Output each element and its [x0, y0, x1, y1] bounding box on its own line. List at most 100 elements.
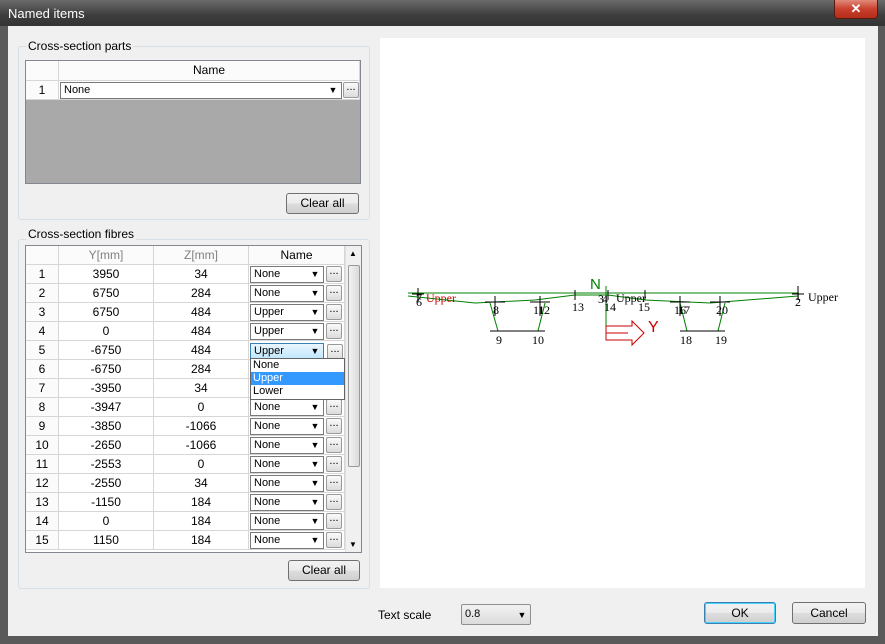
chevron-down-icon: ▼ [310, 440, 320, 450]
fibre-browse-button[interactable]: ... [326, 266, 342, 282]
point-label-12: 12 [538, 303, 550, 317]
upper-label-left: Upper [426, 291, 456, 305]
fibre-z-cell: 0 [154, 398, 249, 417]
fibre-browse-button[interactable]: ... [326, 456, 342, 472]
fibre-z-cell: 34 [154, 265, 249, 284]
fibre-name-combo[interactable]: None ▼ [250, 532, 324, 549]
parts-clear-all-button[interactable]: Clear all [286, 193, 359, 214]
fibre-name-combo[interactable]: None ▼ [250, 285, 324, 302]
fibre-name-combo[interactable]: Upper ▼ [250, 304, 324, 321]
fibre-browse-button[interactable]: ... [326, 304, 342, 320]
fibre-browse-button[interactable]: ... [326, 532, 342, 548]
fibre-row-number: 15 [26, 531, 59, 550]
chevron-down-icon: ▼ [310, 346, 320, 356]
fibre-z-cell: 184 [154, 512, 249, 531]
fibre-y-cell: -6750 [59, 341, 154, 360]
scroll-down-icon[interactable]: ▼ [349, 540, 357, 549]
title-bar[interactable]: Named items ✕ [0, 0, 885, 26]
text-scale-value: 0.8 [465, 608, 481, 620]
dropdown-option[interactable]: Upper [251, 372, 344, 385]
section-drawing: N Y 7 6 Upper 8 11 12 13 4 3 14 Upper 15… [407, 276, 838, 347]
chevron-down-icon: ▼ [310, 535, 320, 545]
point-label-18: 18 [680, 333, 692, 347]
fibres-scrollbar[interactable]: ▲ ▼ [345, 246, 361, 552]
parts-row-number: 1 [26, 81, 59, 100]
fibre-name-dropdown[interactable]: None Upper Lower [250, 358, 345, 400]
fibre-y-cell: 0 [59, 512, 154, 531]
fibre-name-value: None [254, 534, 281, 546]
fibre-name-combo[interactable]: None ▼ [250, 494, 324, 511]
fibres-clear-all-button[interactable]: Clear all [288, 560, 360, 581]
chevron-down-icon: ▼ [310, 421, 320, 431]
fibre-row-number: 11 [26, 455, 59, 474]
parts-browse-button[interactable]: ... [343, 82, 359, 98]
fibres-name-header[interactable]: Name [249, 246, 345, 265]
fibre-row-number: 8 [26, 398, 59, 417]
chevron-down-icon: ▼ [310, 459, 320, 469]
fibre-row-number: 12 [26, 474, 59, 493]
chevron-down-icon: ▼ [310, 326, 320, 336]
fibre-y-cell: -2553 [59, 455, 154, 474]
close-button[interactable]: ✕ [834, 0, 878, 19]
parts-name-value: None [64, 84, 91, 96]
close-icon: ✕ [850, 1, 862, 16]
fibre-browse-button[interactable]: ... [326, 475, 342, 491]
parts-group-title: Cross-section parts [26, 39, 134, 53]
fibre-name-combo[interactable]: None ▼ [250, 475, 324, 492]
fibre-name-value: None [254, 287, 281, 299]
fibre-browse-button[interactable]: ... [326, 513, 342, 529]
fibre-y-cell: 6750 [59, 284, 154, 303]
fibre-y-cell: -3947 [59, 398, 154, 417]
fibre-row-number: 5 [26, 341, 59, 360]
fibre-name-value: None [254, 477, 281, 489]
fibre-browse-button[interactable]: ... [326, 399, 342, 415]
dropdown-option[interactable]: Lower [251, 385, 344, 398]
point-label-14: 14 [604, 300, 616, 314]
scroll-up-icon[interactable]: ▲ [349, 249, 357, 258]
parts-name-combo[interactable]: None ▼ [60, 82, 342, 99]
fibre-browse-button[interactable]: ... [326, 418, 342, 434]
fibre-browse-button[interactable]: ... [326, 437, 342, 453]
fibre-y-cell: 0 [59, 322, 154, 341]
fibre-name-combo[interactable]: None ▼ [250, 437, 324, 454]
parts-corner-header [26, 61, 59, 81]
cancel-button[interactable]: Cancel [792, 602, 866, 624]
fibre-y-cell: -3950 [59, 379, 154, 398]
point-label-17: 17 [678, 303, 690, 317]
scrollbar-thumb[interactable] [348, 265, 360, 467]
upper-label-right: Upper [808, 290, 838, 304]
y-axis-label: Y [648, 319, 659, 336]
fibre-name-combo[interactable]: None ▼ [250, 456, 324, 473]
dropdown-option[interactable]: None [251, 359, 344, 372]
fibre-name-combo[interactable]: None ▼ [250, 266, 324, 283]
fibre-y-cell: -3850 [59, 417, 154, 436]
text-scale-combo[interactable]: 0.8 ▼ [461, 604, 531, 625]
fibre-browse-button[interactable]: ... [326, 285, 342, 301]
chevron-down-icon: ▼ [310, 478, 320, 488]
dialog-client: Cross-section parts Name 1 None ▼ ... Cl… [8, 26, 878, 636]
fibre-name-combo[interactable]: None ▼ [250, 513, 324, 530]
parts-name-header[interactable]: Name [59, 61, 360, 81]
fibre-row-number: 9 [26, 417, 59, 436]
fibre-name-combo[interactable]: None ▼ [250, 418, 324, 435]
fibre-y-cell: -6750 [59, 360, 154, 379]
text-scale-label: Text scale [378, 608, 432, 622]
point-label-6: 6 [416, 295, 422, 309]
ok-button[interactable]: OK [704, 602, 776, 624]
chevron-down-icon: ▼ [328, 85, 338, 95]
point-label-19: 19 [715, 333, 727, 347]
chevron-down-icon: ▼ [310, 516, 320, 526]
fibres-grid: Y[mm] Z[mm] Name 1 3950 34 None ▼... 2 6750 284… [25, 245, 362, 553]
fibre-name-value: None [254, 420, 281, 432]
fibre-name-combo[interactable]: Upper ▼ [250, 323, 324, 340]
fibre-name-combo[interactable]: None ▼ [250, 399, 324, 416]
fibres-z-header[interactable]: Z[mm] [154, 246, 249, 265]
fibre-browse-button[interactable]: ... [326, 494, 342, 510]
fibres-y-header[interactable]: Y[mm] [59, 246, 154, 265]
fibre-row-number: 6 [26, 360, 59, 379]
fibre-browse-button[interactable]: ... [326, 323, 342, 339]
fibre-row-number: 13 [26, 493, 59, 512]
fibre-z-cell: 484 [154, 303, 249, 322]
fibre-name-value: Upper [254, 325, 284, 337]
fibre-row-number: 2 [26, 284, 59, 303]
